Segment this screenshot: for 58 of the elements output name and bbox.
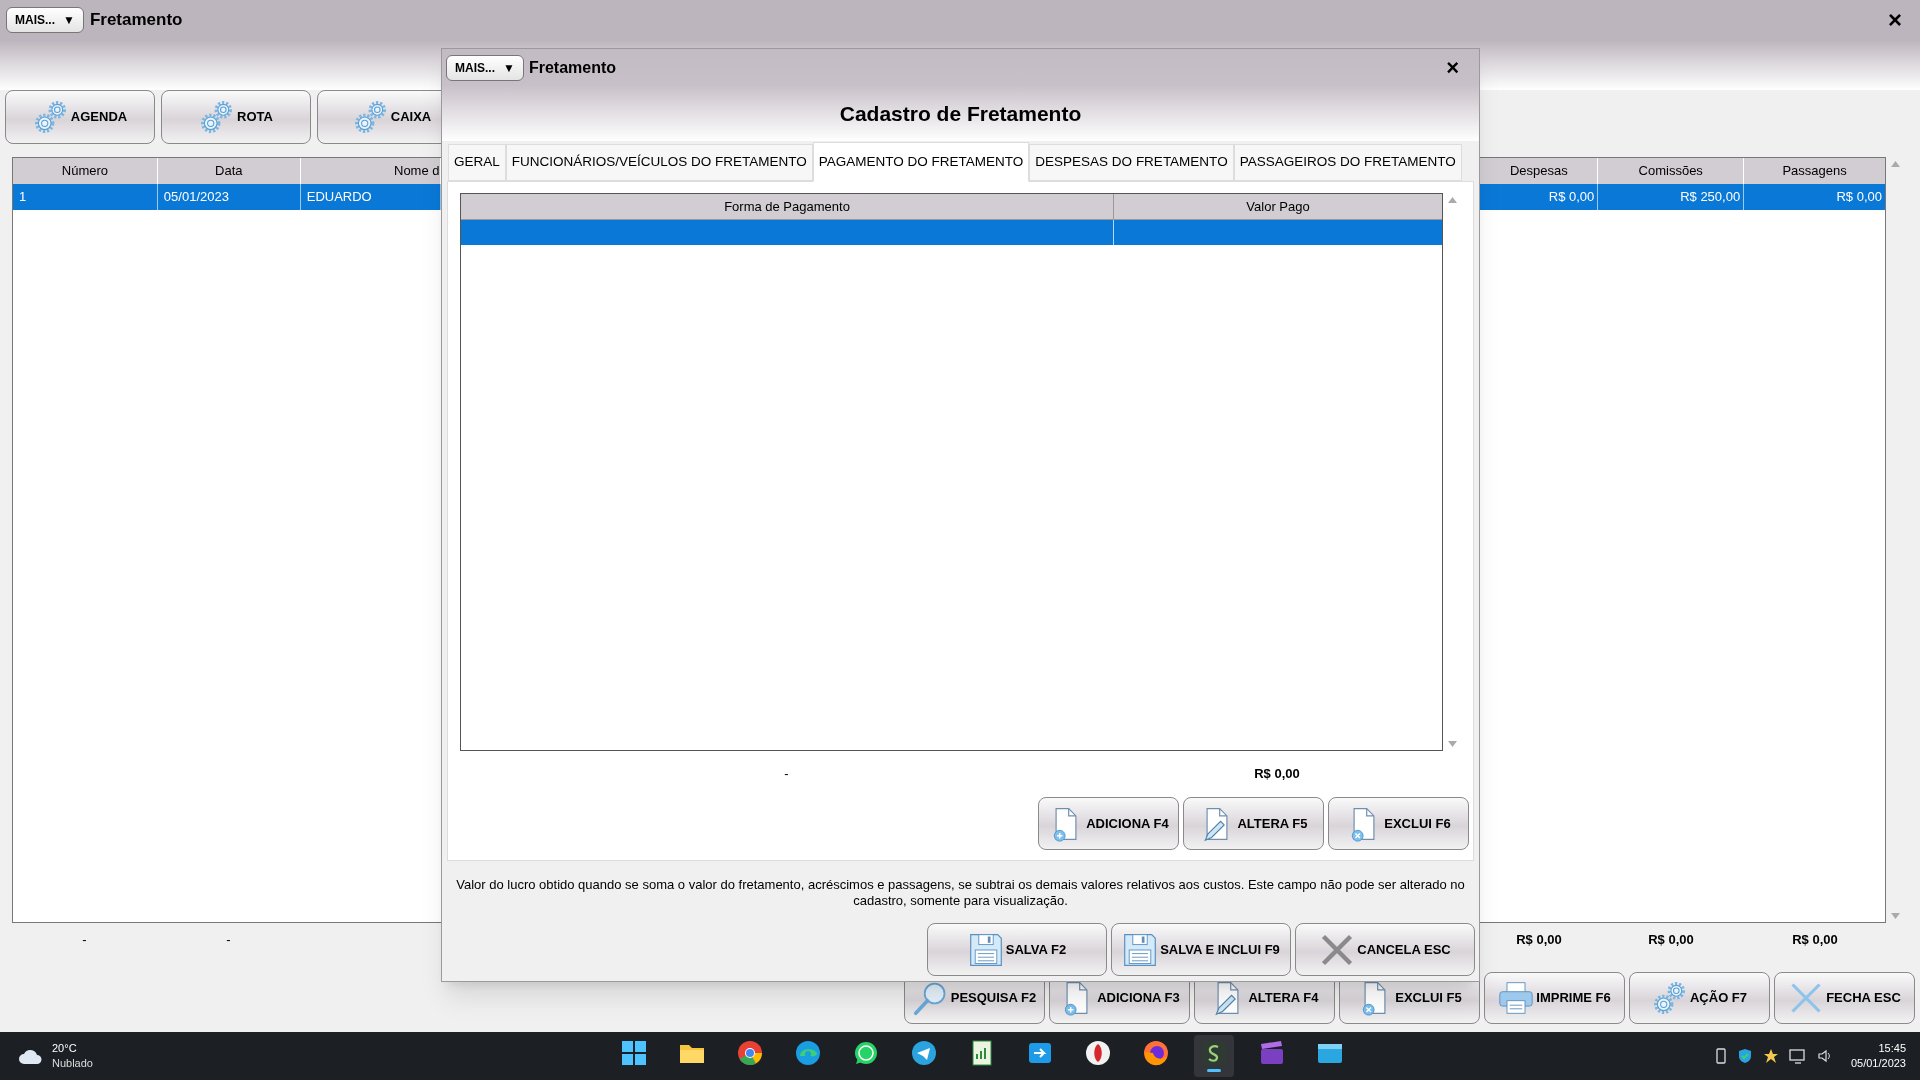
table-cell: R$ 0,00 — [1743, 184, 1885, 210]
spreadsheet-icon[interactable] — [969, 1040, 995, 1066]
total-value: R$ 0,00 — [1648, 931, 1694, 950]
panel-button[interactable]: ALTERA F5 — [1183, 797, 1324, 850]
volume-icon[interactable] — [1816, 1048, 1833, 1064]
dialog-button[interactable]: SALVA F2 — [927, 923, 1107, 976]
toolbar-button[interactable]: ROTA — [161, 90, 311, 144]
tray-icon[interactable] — [1762, 1048, 1779, 1064]
cloud-icon — [18, 1047, 44, 1065]
action-button[interactable]: AÇÃO F7 — [1629, 972, 1770, 1024]
chat-icon[interactable] — [853, 1040, 879, 1066]
more-menu-button[interactable]: MAIS... ▼ — [6, 7, 84, 33]
dialog-title: Fretamento — [528, 58, 617, 78]
panel-button[interactable]: ADICIONA F4 — [1038, 797, 1179, 850]
dialog-button[interactable]: SALVA E INCLUI F9 — [1111, 923, 1291, 976]
close-button[interactable]: × — [1438, 57, 1467, 79]
tab[interactable]: DESPESAS DO FRETAMENTO — [1029, 144, 1234, 181]
column-header[interactable]: Valor Pago — [1114, 194, 1443, 219]
weather-text: Nublado — [52, 1056, 93, 1071]
gears-icon — [352, 99, 389, 135]
panel-button[interactable]: EXCLUI F6 — [1328, 797, 1469, 850]
app-icon[interactable] — [1201, 1040, 1227, 1066]
close-button[interactable]: × — [1880, 8, 1910, 32]
dialog-button[interactable]: CANCELA ESC — [1295, 923, 1475, 976]
table-cell: 1 — [13, 184, 158, 210]
table-cell: R$ 250,00 — [1597, 184, 1744, 210]
table-cell: 05/01/2023 — [157, 184, 301, 210]
action-button[interactable]: FECHA ESC — [1774, 972, 1915, 1024]
dialog-heading: Cadastro de Fretamento — [839, 101, 1082, 128]
tab[interactable]: PASSAGEIROS DO FRETAMENTO — [1233, 144, 1462, 181]
start-icon[interactable] — [621, 1040, 647, 1066]
tab[interactable]: FUNCIONÁRIOS/VEÍCULOS DO FRETAMENTO — [505, 144, 813, 181]
gears-icon — [32, 99, 69, 135]
total-value: R$ 0,00 — [1254, 765, 1300, 784]
total-value: - — [226, 931, 231, 950]
paper-plane-icon[interactable] — [911, 1040, 937, 1066]
total-value: - — [784, 765, 789, 784]
tab[interactable]: GERAL — [448, 144, 506, 181]
more-menu-button[interactable]: MAIS... ▼ — [446, 55, 524, 81]
toolbar-button[interactable]: AGENDA — [5, 90, 155, 144]
total-value: - — [82, 931, 87, 950]
description-text: Valor do lucro obtido quando se soma o valor do fretamento, acréscimos e passagens, se subtrai os demais valores relativos aos custos. Este campo não pode ser alterado no cadastro, somente para visualização. — [455, 877, 1466, 909]
total-value: R$ 0,00 — [1792, 931, 1838, 950]
table-cell: EDUARDO — [300, 184, 441, 210]
tab[interactable]: PAGAMENTO DO FRETAMENTO — [812, 142, 1030, 182]
column-header[interactable]: Forma de Pagamento — [461, 194, 1114, 219]
action-button[interactable]: IMPRIME F6 — [1484, 972, 1625, 1024]
transfer-icon[interactable] — [1027, 1040, 1053, 1066]
window-title: Fretamento — [89, 9, 183, 32]
temperature-text: 20°C — [52, 1041, 78, 1056]
taskbar-app[interactable] — [1194, 1035, 1234, 1077]
network-icon[interactable] — [1788, 1048, 1807, 1064]
printer-icon — [1498, 980, 1535, 1016]
clapperboard-icon[interactable] — [1259, 1040, 1285, 1066]
gears-icon — [1651, 980, 1688, 1016]
clock-date[interactable]: 05/01/2023 — [1850, 1056, 1906, 1071]
total-value: R$ 0,00 — [1516, 931, 1562, 950]
clock-time[interactable]: 15:45 — [1878, 1041, 1906, 1056]
